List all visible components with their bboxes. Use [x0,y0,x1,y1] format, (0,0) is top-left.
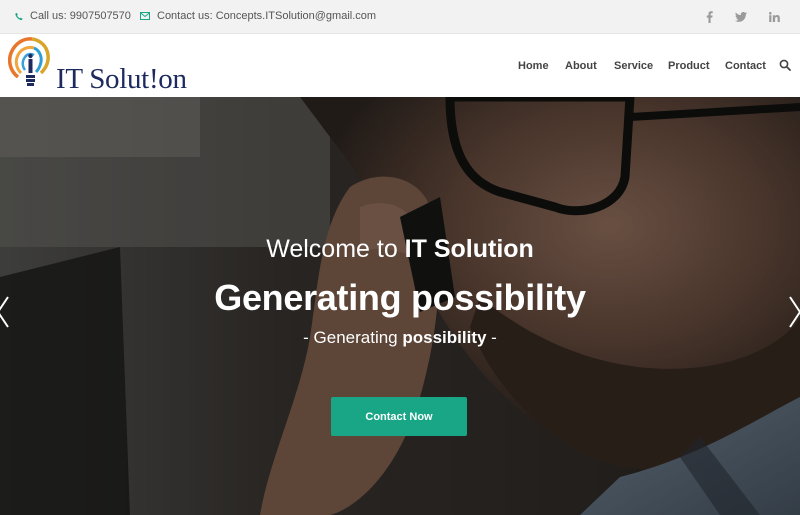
hero-title: Generating possibility [214,277,586,318]
site-logo[interactable]: IT Solut!on [8,37,187,95]
nav-home[interactable]: Home [518,60,549,72]
linkedin-link[interactable] [766,9,782,25]
phone-icon [15,12,23,20]
hero-welcome-prefix: Welcome to [266,235,405,263]
top-bar: Call us: 9907507570 Contact us: Concepts… [0,0,800,34]
nav-product[interactable]: Product [668,60,710,72]
twitter-link[interactable] [733,9,749,25]
nav-contact[interactable]: Contact [725,60,766,72]
hero-welcome: Welcome to IT Solution [0,235,800,264]
linkedin-icon [768,12,780,22]
nav-about[interactable]: About [565,60,597,72]
email-text: Contact us: Concepts.ITSolution@gmail.co… [157,10,377,22]
hero-sub-prefix: - Generating [303,328,403,347]
mail-icon [140,12,150,20]
contact-now-button[interactable]: Contact Now [331,397,467,436]
chevron-left-icon[interactable] [0,295,10,329]
hero-sub-suffix: - [486,328,497,347]
nav-service[interactable]: Service [614,60,653,72]
site-header: IT Solut!on Home About Service Product C… [0,34,800,97]
twitter-icon [735,12,747,22]
facebook-link[interactable] [701,9,717,25]
facebook-icon [706,11,713,23]
lightbulb-logo-icon [8,37,50,86]
phone-contact[interactable]: Call us: 9907507570 [15,10,131,22]
email-contact[interactable]: Contact us: Concepts.ITSolution@gmail.co… [140,10,376,22]
phone-text: Call us: 9907507570 [30,10,131,22]
hero-sub-bold: possibility [402,328,487,347]
logo-text: IT Solut!on [56,63,187,95]
hero-welcome-brand: IT Solution [404,235,534,263]
chevron-right-icon[interactable] [788,295,800,329]
hero-slider: Welcome to IT Solution Generating possib… [0,97,800,515]
hero-subtitle: - Generating possibility - [0,328,800,348]
search-icon[interactable] [779,59,791,71]
